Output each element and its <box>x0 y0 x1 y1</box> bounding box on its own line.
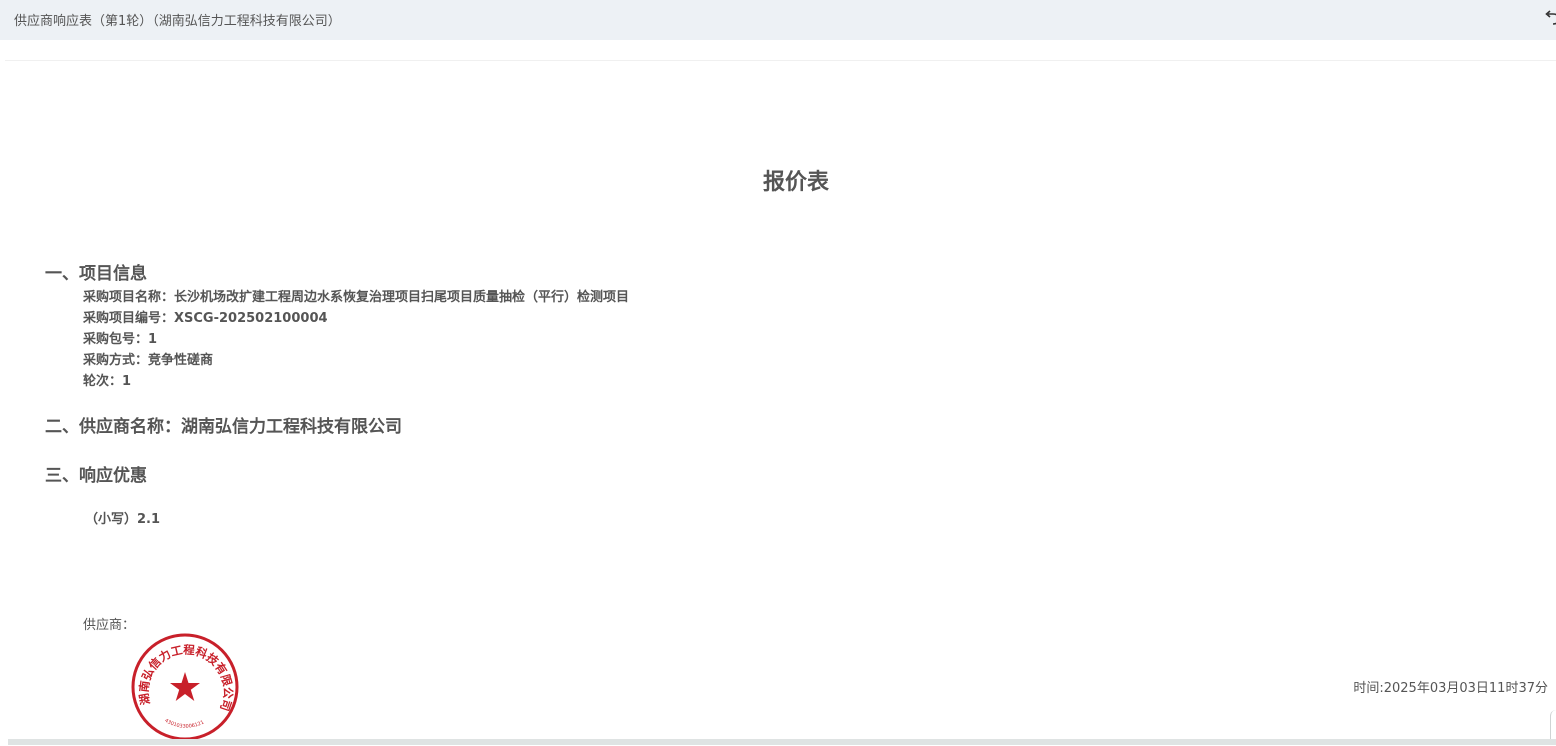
document-title: 报价表 <box>762 170 829 195</box>
project-number-line: 采购项目编号：XSCG-202502100004 <box>83 311 328 326</box>
price-lowercase: （小写）2.1 <box>85 512 161 527</box>
supplier-signature-label: 供应商： <box>83 618 136 633</box>
document-panel: 报价表 一、项目信息 采购项目名称：长沙机场改扩建工程周边水系恢复治理项目扫尾项… <box>5 40 1556 745</box>
svg-text:4301033006121: 4301033006121 <box>163 718 205 730</box>
signature-timestamp: 时间:2025年03月03日11时37分 <box>1353 681 1548 696</box>
horizontal-scrollbar[interactable] <box>8 739 1556 745</box>
divider <box>5 60 1556 61</box>
undo-arrow-icon[interactable] <box>1544 8 1556 28</box>
package-number-line: 采购包号：1 <box>83 332 158 347</box>
procurement-method-line: 采购方式：竞争性磋商 <box>83 353 214 368</box>
section-project-info-heading: 一、项目信息 <box>45 264 147 284</box>
company-seal: 湖南弘信力工程科技有限公司 4301033006121 <box>130 632 240 742</box>
section-supplier-name-heading: 二、供应商名称：湖南弘信力工程科技有限公司 <box>45 417 402 437</box>
window-titlebar: 供应商响应表（第1轮）（湖南弘信力工程科技有限公司） <box>0 0 1556 40</box>
project-name-line: 采购项目名称：长沙机场改扩建工程周边水系恢复治理项目扫尾项目质量抽检（平行）检测… <box>83 290 630 305</box>
round-line: 轮次：1 <box>83 374 132 389</box>
window-title: 供应商响应表（第1轮）（湖南弘信力工程科技有限公司） <box>14 14 341 29</box>
section-response-offer-heading: 三、响应优惠 <box>45 466 147 486</box>
